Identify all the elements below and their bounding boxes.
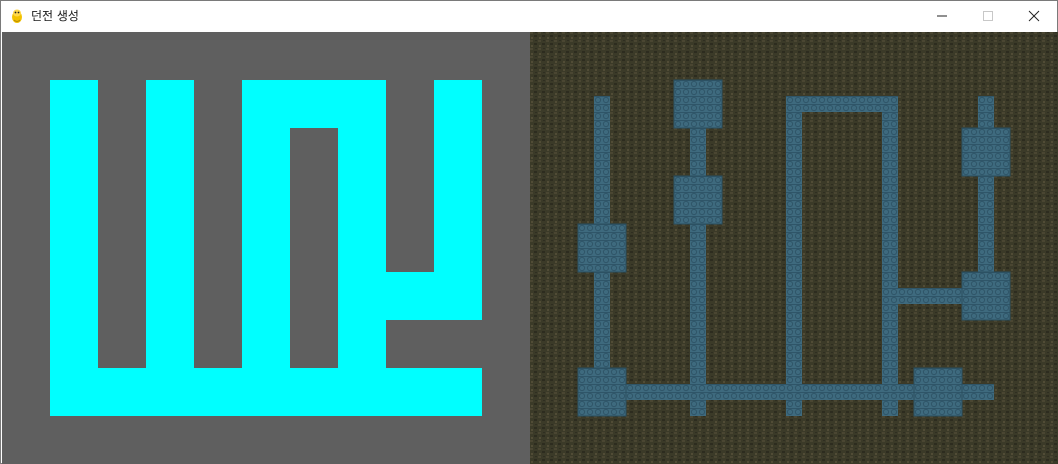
pygame-snake-icon bbox=[9, 8, 25, 24]
maze-path bbox=[146, 80, 194, 368]
window-title: 던전 생성 bbox=[31, 9, 79, 23]
maze-path bbox=[242, 128, 290, 368]
room bbox=[913, 367, 963, 417]
corridor bbox=[690, 96, 706, 416]
maximize-button[interactable] bbox=[965, 1, 1011, 31]
room bbox=[577, 223, 627, 273]
minimize-button[interactable] bbox=[919, 1, 965, 31]
room bbox=[577, 367, 627, 417]
close-button[interactable] bbox=[1011, 1, 1057, 31]
app-window: 던전 생성 bbox=[0, 0, 1058, 464]
window-controls bbox=[919, 1, 1057, 31]
maze-path bbox=[50, 368, 482, 416]
dungeon-tile-view[interactable] bbox=[530, 32, 1058, 464]
maze-path bbox=[242, 80, 386, 128]
title-bar[interactable]: 던전 생성 bbox=[1, 1, 1057, 31]
room bbox=[961, 127, 1011, 177]
minimize-icon bbox=[937, 15, 947, 17]
room bbox=[673, 175, 723, 225]
corridor bbox=[786, 96, 802, 416]
maximize-icon bbox=[983, 11, 993, 21]
corridor bbox=[882, 96, 898, 416]
corridor bbox=[786, 96, 898, 112]
room bbox=[961, 271, 1011, 321]
maze-path bbox=[434, 80, 482, 320]
room bbox=[673, 79, 723, 129]
maze-grid-view[interactable] bbox=[2, 32, 530, 464]
maze-path bbox=[338, 128, 386, 368]
close-icon bbox=[1028, 10, 1040, 22]
maze-path bbox=[50, 80, 98, 416]
stone-texture bbox=[530, 32, 1058, 464]
